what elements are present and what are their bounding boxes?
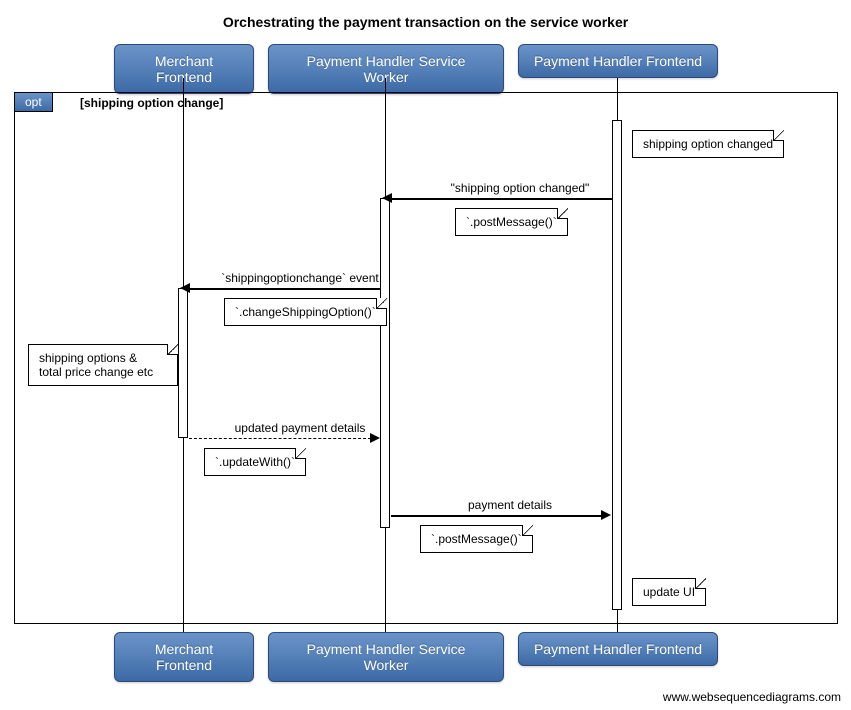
arrow-msg3 — [189, 438, 371, 439]
participant-service-worker-bottom: Payment Handler Service Worker — [268, 632, 504, 682]
arrow-msg1 — [391, 198, 613, 200]
arrowhead-msg2 — [180, 283, 190, 293]
note-postmessage-1: `.postMessage()` — [455, 208, 568, 236]
arrow-msg4 — [391, 515, 602, 517]
footer-attribution: www.websequencediagrams.com — [663, 690, 841, 704]
arrowhead-msg3 — [370, 433, 380, 443]
note-updatewith: `.updateWith()` — [204, 448, 306, 476]
participant-handler-frontend-top: Payment Handler Frontend — [518, 44, 718, 78]
opt-guard: [shipping option change] — [80, 96, 223, 110]
participant-merchant-frontend-top: Merchant Frontend — [114, 44, 254, 94]
arrow-msg2 — [189, 288, 381, 290]
participant-handler-frontend-bottom: Payment Handler Frontend — [518, 632, 718, 666]
participant-service-worker-top: Payment Handler Service Worker — [268, 44, 504, 94]
note-shipping-options-total: shipping options & total price change et… — [28, 344, 178, 386]
note-changeshippingoption: `.changeShippingOption()` — [224, 298, 387, 326]
note-postmessage-2: `.postMessage()` — [420, 525, 533, 553]
opt-tag: opt — [15, 93, 53, 112]
participant-merchant-frontend-bottom: Merchant Frontend — [114, 632, 254, 682]
note-line1: shipping options & — [39, 351, 137, 365]
note-line2: total price change etc — [39, 365, 153, 379]
arrowhead-msg1 — [382, 193, 392, 203]
activation-service-worker — [380, 198, 390, 528]
diagram-title: Orchestrating the payment transaction on… — [0, 0, 851, 40]
note-shipping-option-changed: shipping option changed — [632, 130, 784, 158]
note-update-ui: update UI — [632, 578, 706, 606]
msg-shipping-option-changed: "shipping option changed" — [420, 181, 620, 195]
activation-merchant — [178, 288, 188, 438]
msg-payment-details: payment details — [420, 498, 600, 512]
msg-shippingoptionchange-event: `shippingoptionchange` event — [200, 271, 400, 285]
arrowhead-msg4 — [601, 510, 611, 520]
msg-updated-payment-details: updated payment details — [220, 421, 380, 435]
